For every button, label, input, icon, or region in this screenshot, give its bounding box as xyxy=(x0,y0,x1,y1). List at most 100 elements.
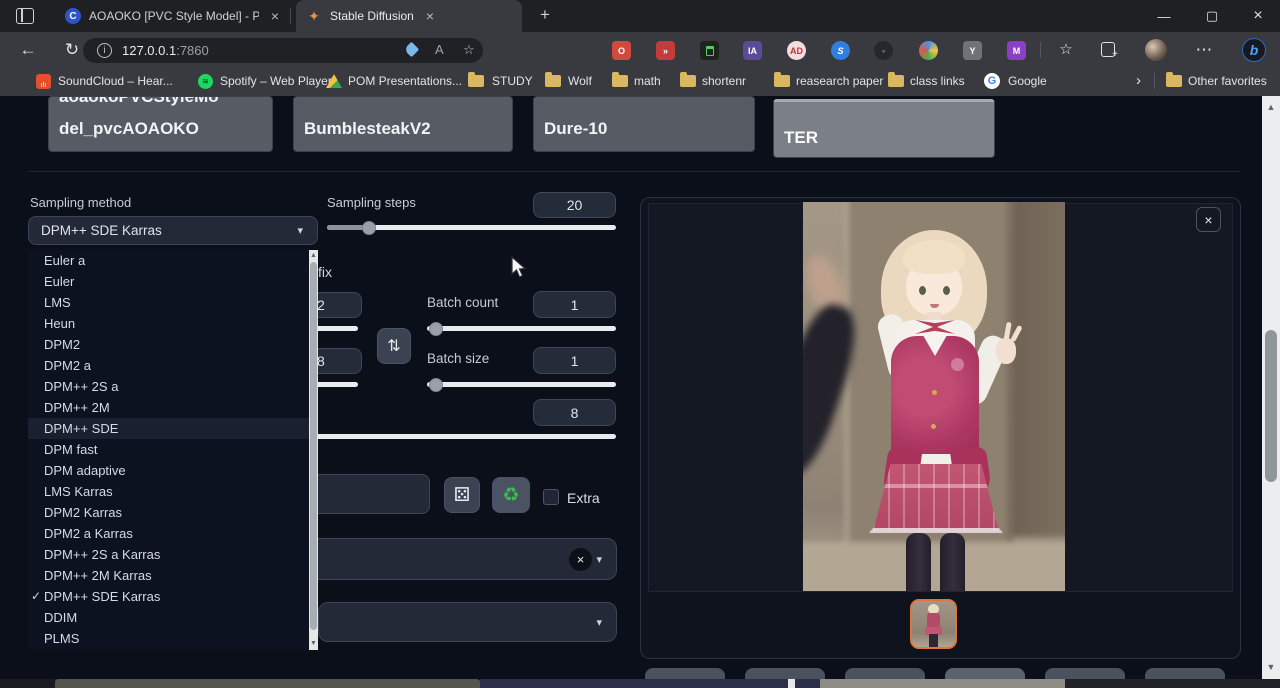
bookmarks-overflow-chevron-icon[interactable]: › xyxy=(1136,72,1141,89)
sampler-option-dpm2-karras[interactable]: DPM2 Karras xyxy=(28,502,309,523)
window-minimize-button[interactable]: — xyxy=(1142,0,1186,32)
window-maximize-button[interactable]: ▢ xyxy=(1190,0,1234,32)
cfg-scale-input[interactable]: 8 xyxy=(533,399,616,426)
background-window-sliver-bar xyxy=(55,679,480,688)
sampler-option-plms[interactable]: PLMS xyxy=(28,628,309,649)
sampler-option-dpmpp-2s-a[interactable]: DPM++ 2S a xyxy=(28,376,309,397)
seed-input[interactable] xyxy=(300,474,430,514)
sampler-option-dpmpp-sde-karras-selected[interactable]: ✓DPM++ SDE Karras xyxy=(28,586,309,607)
styles-dropdown[interactable]: × ▾ xyxy=(300,538,617,580)
sampler-option-dpmpp-2s-a-karras[interactable]: DPM++ 2S a Karras xyxy=(28,544,309,565)
scroll-down-icon[interactable]: ▼ xyxy=(309,640,318,647)
sampler-list-scrollbar[interactable]: ▲ ▼ xyxy=(309,250,318,650)
favorite-star-icon[interactable]: ☆ xyxy=(463,42,475,58)
tab-close-icon[interactable]: × xyxy=(426,8,434,24)
sampling-method-select[interactable]: DPM++ SDE Karras ▾ xyxy=(28,216,318,245)
extension-fast-forward-icon[interactable]: » xyxy=(656,41,675,60)
extension-ad-icon[interactable]: AD xyxy=(787,41,806,60)
batch-count-input[interactable]: 1 xyxy=(533,291,616,318)
tab-strip: C AOAOKO [PVC Style Model] - PV × ✦ Stab… xyxy=(0,0,1280,32)
bookmark-reasearch-paper[interactable]: reasearch paper xyxy=(796,74,883,88)
clear-styles-button[interactable]: × xyxy=(569,548,592,571)
sampler-option-dpm-fast[interactable]: DPM fast xyxy=(28,439,309,460)
sampler-option-dpm2-a-karras[interactable]: DPM2 a Karras xyxy=(28,523,309,544)
batch-size-slider[interactable] xyxy=(427,382,616,387)
extension-globe-icon[interactable] xyxy=(919,41,938,60)
bookmark-math[interactable]: math xyxy=(634,74,661,88)
read-aloud-icon[interactable]: A xyxy=(435,42,444,57)
bookmark-google[interactable]: Google xyxy=(1008,74,1047,88)
sampler-option-dpm2-a[interactable]: DPM2 a xyxy=(28,355,309,376)
shopping-tag-icon[interactable] xyxy=(404,42,420,58)
cfg-scale-slider[interactable] xyxy=(300,434,616,439)
sampler-option-lms[interactable]: LMS xyxy=(28,292,309,313)
batch-size-slider-thumb[interactable] xyxy=(429,378,443,392)
extra-seed-checkbox[interactable] xyxy=(543,489,559,505)
bookmark-spotify[interactable]: Spotify – Web Player xyxy=(220,74,332,88)
generated-image[interactable] xyxy=(803,202,1065,591)
sampler-option-euler[interactable]: Euler xyxy=(28,271,309,292)
bookmark-pom-presentations[interactable]: POM Presentations... xyxy=(348,74,462,88)
bookmark-other-favorites[interactable]: Other favorites xyxy=(1188,74,1267,88)
sampler-option-heun[interactable]: Heun xyxy=(28,313,309,334)
page-scrollbar-thumb[interactable] xyxy=(1265,330,1277,482)
extension-y-icon[interactable]: Y xyxy=(963,41,982,60)
result-thumbnail-selected[interactable] xyxy=(910,599,957,649)
close-preview-button[interactable]: × xyxy=(1196,207,1221,232)
sampler-option-dpm-adaptive[interactable]: DPM adaptive xyxy=(28,460,309,481)
extension-o-icon[interactable]: O xyxy=(612,41,631,60)
scroll-up-icon[interactable]: ▲ xyxy=(1262,102,1280,112)
batch-size-input[interactable]: 1 xyxy=(533,347,616,374)
extension-shazam-icon[interactable]: S xyxy=(831,41,850,60)
scrollbar-thumb[interactable] xyxy=(310,262,317,630)
tab-close-icon[interactable]: × xyxy=(271,8,279,24)
favorites-bar-icon[interactable]: ☆ xyxy=(1054,40,1078,58)
right-wall xyxy=(1011,202,1065,536)
workspaces-icon[interactable] xyxy=(16,8,34,24)
tab-civitai[interactable]: C AOAOKO [PVC Style Model] - PV × xyxy=(55,0,289,32)
sampler-option-lms-karras[interactable]: LMS Karras xyxy=(28,481,309,502)
sampler-option-dpmpp-2m-karras[interactable]: DPM++ 2M Karras xyxy=(28,565,309,586)
extension-trash-icon[interactable] xyxy=(700,41,719,60)
sampler-option-dpmpp-2m[interactable]: DPM++ 2M xyxy=(28,397,309,418)
window-close-button[interactable]: × xyxy=(1236,0,1280,32)
extension-pin-icon[interactable]: ◦ xyxy=(874,41,893,60)
bookmark-soundcloud[interactable]: SoundCloud – Hear... xyxy=(58,74,173,88)
scroll-down-icon[interactable]: ▼ xyxy=(1262,662,1280,672)
sampler-option-dpm2[interactable]: DPM2 xyxy=(28,334,309,355)
folder-icon xyxy=(1166,75,1182,87)
random-seed-button[interactable]: ⚄ xyxy=(444,477,480,513)
collections-icon[interactable]: + xyxy=(1101,42,1115,57)
refresh-icon[interactable]: ↻ xyxy=(60,40,84,60)
extension-m-icon[interactable]: M xyxy=(1007,41,1026,60)
model-card-aoaoko[interactable]: aoaokoPVCStyleMo del_pvcAOAOKO xyxy=(48,96,273,152)
script-dropdown[interactable]: ▾ xyxy=(318,602,617,642)
sampling-steps-slider-thumb[interactable] xyxy=(362,221,376,235)
sampler-option-ddim[interactable]: DDIM xyxy=(28,607,309,628)
page-scrollbar[interactable]: ▲ ▼ xyxy=(1262,96,1280,679)
extension-ia-icon[interactable]: IA xyxy=(743,41,762,60)
sampler-option-dpmpp-sde[interactable]: DPM++ SDE xyxy=(28,418,309,439)
bookmark-shortenr[interactable]: shortenr xyxy=(702,74,746,88)
bookmark-wolf[interactable]: Wolf xyxy=(568,74,592,88)
profile-avatar[interactable] xyxy=(1145,39,1167,61)
bing-chat-icon[interactable]: b xyxy=(1242,38,1266,62)
site-info-icon[interactable]: i xyxy=(97,43,112,58)
back-icon[interactable]: ← xyxy=(16,40,40,60)
batch-count-slider-thumb[interactable] xyxy=(429,322,443,336)
bookmark-study[interactable]: STUDY xyxy=(492,74,533,88)
scroll-up-icon[interactable]: ▲ xyxy=(309,252,318,259)
model-card-ter[interactable]: TER xyxy=(773,99,995,158)
model-card-bumblesteak[interactable]: BumblesteakV2 xyxy=(293,96,513,152)
batch-count-slider[interactable] xyxy=(427,326,616,331)
bookmark-class-links[interactable]: class links xyxy=(910,74,965,88)
toolbar-more-icon[interactable]: ⋯ xyxy=(1192,40,1216,60)
new-tab-button[interactable]: + xyxy=(533,5,557,27)
sampler-option-euler-a[interactable]: Euler a xyxy=(28,250,309,271)
model-card-dure10[interactable]: Dure-10 xyxy=(533,96,755,152)
sampling-steps-input[interactable]: 20 xyxy=(533,192,616,218)
swap-dimensions-button[interactable]: ⇅ xyxy=(377,328,411,364)
reuse-seed-button[interactable]: ♻ xyxy=(492,477,530,513)
address-bar[interactable]: i 127.0.0.1 :7860 A ☆ xyxy=(83,38,483,63)
tab-stable-diffusion[interactable]: ✦ Stable Diffusion × xyxy=(296,0,522,32)
